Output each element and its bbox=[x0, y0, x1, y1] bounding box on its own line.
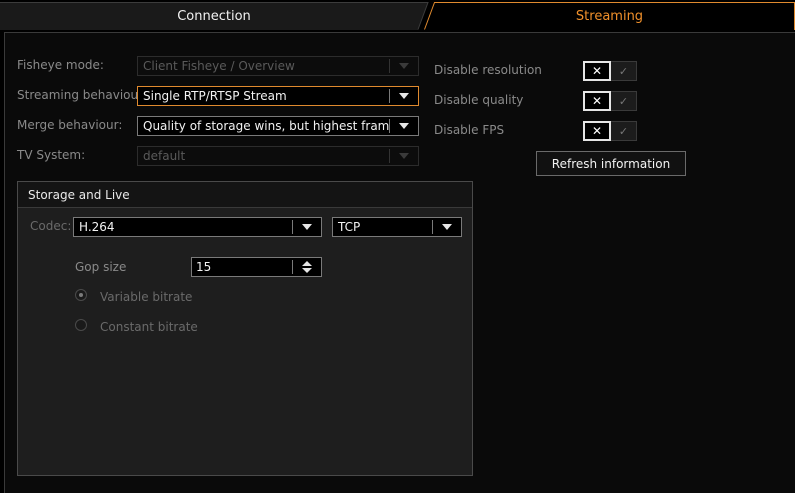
variable-bitrate-label: Variable bitrate bbox=[100, 290, 193, 304]
variable-bitrate-radio[interactable] bbox=[75, 289, 87, 301]
merge-behaviour-value: Quality of storage wins, but highest fra… bbox=[143, 119, 389, 133]
radio-dot bbox=[79, 293, 83, 297]
constant-bitrate-radio[interactable] bbox=[75, 319, 87, 331]
codec-select[interactable]: H.264 bbox=[73, 217, 322, 237]
transport-select[interactable]: TCP bbox=[332, 217, 462, 237]
tv-system-select[interactable]: default bbox=[137, 146, 419, 166]
tv-system-value: default bbox=[143, 149, 186, 163]
check-icon: ✓ bbox=[611, 121, 637, 141]
disable-quality-label: Disable quality bbox=[434, 93, 524, 107]
fisheye-mode-select[interactable]: Client Fisheye / Overview bbox=[137, 56, 419, 76]
tab-connection-label: Connection bbox=[177, 8, 251, 24]
arrow-up-icon[interactable] bbox=[302, 261, 312, 266]
tv-system-label: TV System: bbox=[17, 148, 86, 162]
merge-behaviour-select[interactable]: Quality of storage wins, but highest fra… bbox=[137, 116, 419, 136]
chevron-down-icon bbox=[390, 57, 418, 75]
x-icon: ✕ bbox=[583, 91, 611, 111]
chevron-down-icon bbox=[390, 117, 418, 135]
refresh-information-button[interactable]: Refresh information bbox=[536, 151, 686, 176]
arrow-down-icon[interactable] bbox=[302, 268, 312, 273]
disable-fps-toggle[interactable]: ✕ ✓ bbox=[583, 121, 637, 141]
fisheye-mode-label: Fisheye mode: bbox=[17, 58, 104, 72]
chevron-down-icon bbox=[293, 218, 321, 236]
tab-connection[interactable]: Connection bbox=[0, 2, 428, 30]
fisheye-mode-value: Client Fisheye / Overview bbox=[143, 59, 295, 73]
codec-label: Codec: bbox=[30, 219, 72, 233]
constant-bitrate-label: Constant bitrate bbox=[100, 320, 198, 334]
spinner-arrows[interactable] bbox=[293, 258, 321, 276]
merge-behaviour-label: Merge behaviour: bbox=[17, 118, 123, 132]
gop-size-spinner[interactable]: 15 bbox=[191, 257, 322, 277]
chevron-down-icon bbox=[390, 87, 418, 105]
x-icon: ✕ bbox=[583, 121, 611, 141]
disable-resolution-toggle[interactable]: ✕ ✓ bbox=[583, 61, 637, 81]
chevron-down-icon bbox=[390, 147, 418, 165]
gop-size-label: Gop size bbox=[75, 260, 127, 274]
x-icon: ✕ bbox=[583, 61, 611, 81]
tab-streaming-label: Streaming bbox=[575, 8, 644, 24]
tab-streaming[interactable]: Streaming bbox=[424, 2, 795, 30]
gop-size-value: 15 bbox=[196, 260, 212, 274]
check-icon: ✓ bbox=[611, 61, 637, 81]
streaming-behaviour-label: Streaming behaviour: bbox=[17, 88, 147, 102]
streaming-behaviour-value: Single RTP/RTSP Stream bbox=[143, 89, 287, 103]
check-icon: ✓ bbox=[611, 91, 637, 111]
codec-value: H.264 bbox=[79, 220, 115, 234]
disable-quality-toggle[interactable]: ✕ ✓ bbox=[583, 91, 637, 111]
storage-live-title: Storage and Live bbox=[18, 182, 472, 208]
transport-value: TCP bbox=[338, 220, 361, 234]
streaming-behaviour-select[interactable]: Single RTP/RTSP Stream bbox=[137, 86, 419, 106]
disable-fps-label: Disable FPS bbox=[434, 123, 505, 137]
disable-resolution-label: Disable resolution bbox=[434, 63, 542, 77]
chevron-down-icon bbox=[433, 218, 461, 236]
tab-bar: Connection Streaming bbox=[0, 0, 795, 32]
